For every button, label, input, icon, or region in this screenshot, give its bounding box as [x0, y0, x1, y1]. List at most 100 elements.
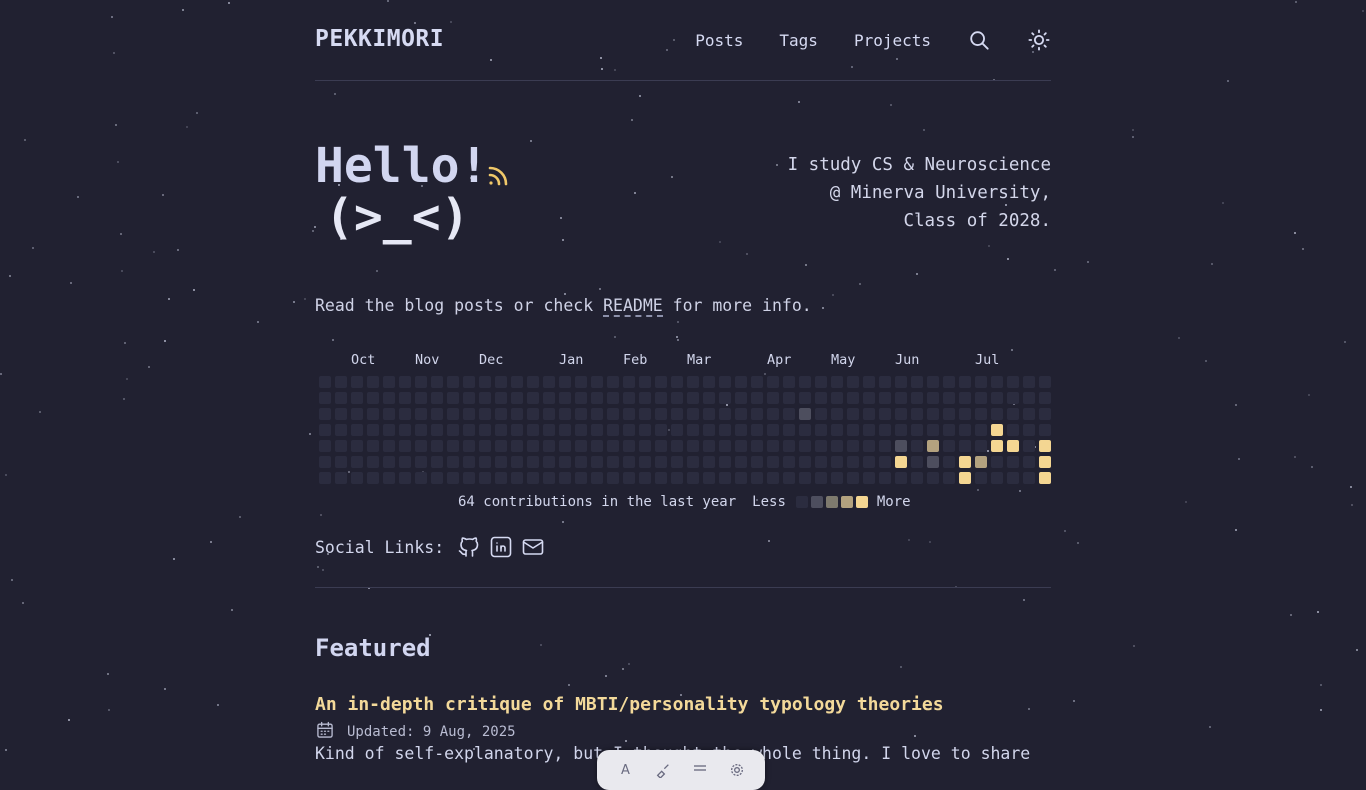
contribution-cell[interactable]	[671, 472, 683, 484]
contribution-cell[interactable]	[719, 392, 731, 404]
contribution-cell[interactable]	[543, 456, 555, 468]
contribution-cell[interactable]	[911, 472, 923, 484]
contribution-cell[interactable]	[847, 424, 859, 436]
contribution-cell[interactable]	[383, 456, 395, 468]
contribution-cell[interactable]	[751, 472, 763, 484]
contribution-cell[interactable]	[591, 456, 603, 468]
contribution-cell[interactable]	[1007, 392, 1019, 404]
contribution-cell[interactable]	[623, 408, 635, 420]
contribution-cell[interactable]	[687, 456, 699, 468]
contribution-cell[interactable]	[319, 440, 331, 452]
contribution-cell[interactable]	[1039, 440, 1051, 452]
contribution-cell[interactable]	[671, 440, 683, 452]
contribution-cell[interactable]	[767, 472, 779, 484]
contribution-cell[interactable]	[751, 408, 763, 420]
contribution-cell[interactable]	[511, 456, 523, 468]
contribution-cell[interactable]	[559, 392, 571, 404]
contribution-cell[interactable]	[831, 456, 843, 468]
contribution-cell[interactable]	[895, 440, 907, 452]
contribution-cell[interactable]	[479, 456, 491, 468]
contribution-cell[interactable]	[367, 376, 379, 388]
contribution-cell[interactable]	[351, 440, 363, 452]
contribution-cell[interactable]	[975, 472, 987, 484]
contribution-cell[interactable]	[607, 392, 619, 404]
contribution-cell[interactable]	[799, 440, 811, 452]
contribution-cell[interactable]	[863, 472, 875, 484]
contribution-cell[interactable]	[959, 408, 971, 420]
contribution-cell[interactable]	[575, 424, 587, 436]
contribution-cell[interactable]	[975, 424, 987, 436]
contribution-cell[interactable]	[831, 392, 843, 404]
contribution-cell[interactable]	[559, 376, 571, 388]
contribution-cell[interactable]	[543, 440, 555, 452]
contribution-cell[interactable]	[735, 440, 747, 452]
contribution-cell[interactable]	[879, 408, 891, 420]
contribution-cell[interactable]	[655, 456, 667, 468]
contribution-cell[interactable]	[719, 456, 731, 468]
contribution-cell[interactable]	[767, 376, 779, 388]
contribution-cell[interactable]	[943, 376, 955, 388]
contribution-cell[interactable]	[447, 408, 459, 420]
contribution-cell[interactable]	[959, 456, 971, 468]
contribution-cell[interactable]	[575, 392, 587, 404]
contribution-cell[interactable]	[991, 376, 1003, 388]
contribution-cell[interactable]	[591, 440, 603, 452]
contribution-cell[interactable]	[895, 408, 907, 420]
contribution-cell[interactable]	[639, 408, 651, 420]
contribution-cell[interactable]	[383, 408, 395, 420]
contribution-cell[interactable]	[927, 408, 939, 420]
contribution-cell[interactable]	[319, 424, 331, 436]
contribution-cell[interactable]	[735, 424, 747, 436]
contribution-cell[interactable]	[591, 408, 603, 420]
github-icon[interactable]	[456, 534, 482, 560]
contribution-cell[interactable]	[591, 392, 603, 404]
contribution-cell[interactable]	[575, 440, 587, 452]
contribution-cell[interactable]	[815, 392, 827, 404]
contribution-cell[interactable]	[559, 472, 571, 484]
contribution-cell[interactable]	[703, 376, 715, 388]
contribution-cell[interactable]	[927, 424, 939, 436]
contribution-cell[interactable]	[671, 424, 683, 436]
contribution-cell[interactable]	[511, 376, 523, 388]
contribution-cell[interactable]	[319, 472, 331, 484]
contribution-cell[interactable]	[1007, 376, 1019, 388]
contribution-cell[interactable]	[975, 376, 987, 388]
contribution-cell[interactable]	[767, 456, 779, 468]
contribution-cell[interactable]	[367, 472, 379, 484]
contribution-cell[interactable]	[911, 424, 923, 436]
contribution-cell[interactable]	[767, 440, 779, 452]
contribution-cell[interactable]	[575, 472, 587, 484]
contribution-cell[interactable]	[415, 408, 427, 420]
contribution-cell[interactable]	[335, 472, 347, 484]
contribution-cell[interactable]	[975, 392, 987, 404]
contribution-cell[interactable]	[1007, 440, 1019, 452]
contribution-cell[interactable]	[319, 392, 331, 404]
contribution-cell[interactable]	[623, 392, 635, 404]
contribution-cell[interactable]	[783, 424, 795, 436]
contribution-cell[interactable]	[511, 440, 523, 452]
contribution-cell[interactable]	[799, 392, 811, 404]
contribution-cell[interactable]	[879, 472, 891, 484]
contribution-cell[interactable]	[495, 376, 507, 388]
contribution-cell[interactable]	[607, 376, 619, 388]
contribution-cell[interactable]	[767, 408, 779, 420]
contribution-cell[interactable]	[895, 424, 907, 436]
contribution-cell[interactable]	[495, 472, 507, 484]
contribution-cell[interactable]	[351, 424, 363, 436]
contribution-cell[interactable]	[367, 408, 379, 420]
contribution-cell[interactable]	[1039, 424, 1051, 436]
contribution-cell[interactable]	[399, 424, 411, 436]
contribution-cell[interactable]	[623, 472, 635, 484]
contribution-cell[interactable]	[639, 472, 651, 484]
contribution-cell[interactable]	[991, 456, 1003, 468]
contribution-cell[interactable]	[319, 408, 331, 420]
contribution-cell[interactable]	[559, 456, 571, 468]
contribution-cell[interactable]	[1039, 472, 1051, 484]
contribution-cell[interactable]	[767, 424, 779, 436]
contribution-cell[interactable]	[495, 440, 507, 452]
contribution-cell[interactable]	[1039, 392, 1051, 404]
contribution-cell[interactable]	[399, 392, 411, 404]
contribution-cell[interactable]	[655, 392, 667, 404]
contribution-cell[interactable]	[351, 456, 363, 468]
contribution-cell[interactable]	[751, 376, 763, 388]
